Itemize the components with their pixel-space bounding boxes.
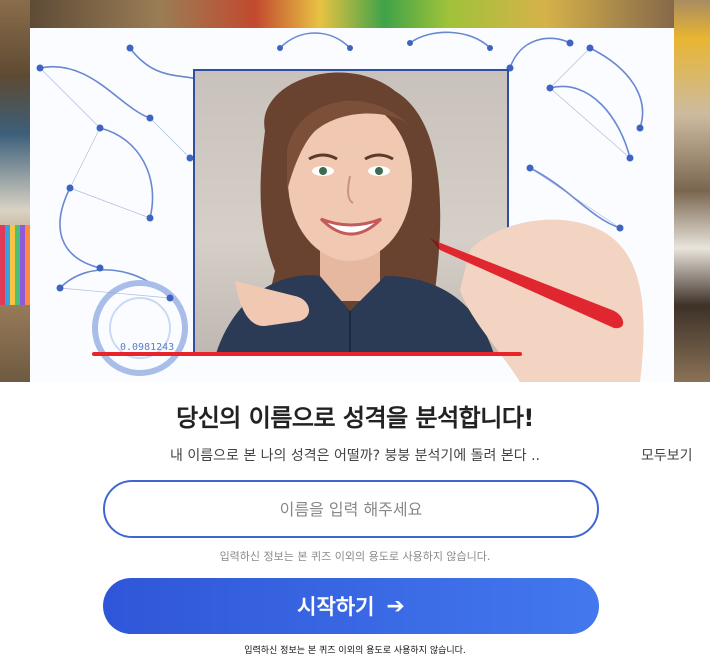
- name-input[interactable]: [103, 480, 599, 538]
- arrow-right-icon: ➔: [386, 593, 405, 619]
- drawing-hand-illustration: [430, 219, 644, 382]
- gauge-readout: 0.0981243: [120, 342, 175, 353]
- start-button-label: 시작하기: [297, 595, 375, 619]
- page-subtitle: 내 이름으로 본 나의 성격은 어떨까? 붕붕 분석기에 돌려 본다 ..: [170, 448, 540, 464]
- hero-image: 0.0981243: [0, 0, 710, 382]
- footer-privacy-notice: 입력하신 정보는 본 퀴즈 이외의 용도로 사용하지 않습니다.: [244, 646, 466, 656]
- view-all-link[interactable]: 모두보기: [641, 445, 693, 465]
- page-title: 당신의 이름으로 성격을 분석합니다!: [176, 404, 534, 432]
- start-button[interactable]: 시작하기 ➔: [103, 578, 599, 634]
- privacy-notice: 입력하신 정보는 본 퀴즈 이외의 용도로 사용하지 않습니다.: [219, 550, 491, 563]
